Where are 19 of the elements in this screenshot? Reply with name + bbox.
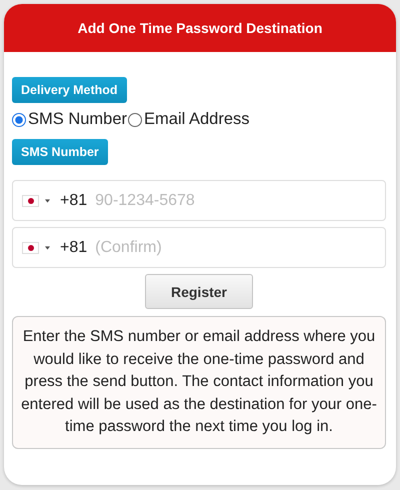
radio-button[interactable]	[128, 112, 142, 126]
radio-label[interactable]: SMS Number	[28, 110, 128, 129]
japan-flag-icon[interactable]	[22, 242, 39, 254]
field-placeholder: (Confirm)	[95, 238, 162, 256]
radio-button[interactable]	[12, 112, 26, 126]
section-label: SMS Number	[12, 139, 108, 165]
info-text: Enter the SMS number or email address where you would like to receive the one-time password and press the send button. The contact information you entered will be used as the destination for your one-time password the next time you log in.	[20, 327, 378, 437]
japan-flag-icon[interactable]	[22, 194, 39, 206]
section-label: Delivery Method	[12, 77, 127, 103]
caret-icon[interactable]	[45, 198, 50, 202]
field-placeholder: 90-1234-5678	[95, 192, 195, 210]
register-button[interactable]: Register	[145, 274, 253, 309]
dial-code: +81	[60, 192, 88, 210]
caret-icon[interactable]	[45, 246, 50, 250]
phone-input-field[interactable]: +81 90-1234-5678	[12, 180, 386, 221]
dialog-title: Add One Time Password Destination	[78, 20, 322, 36]
dial-code: +81	[60, 238, 88, 256]
radio-label[interactable]: Email Address	[144, 110, 250, 129]
phone-input-field[interactable]: +81 (Confirm)	[12, 227, 386, 268]
